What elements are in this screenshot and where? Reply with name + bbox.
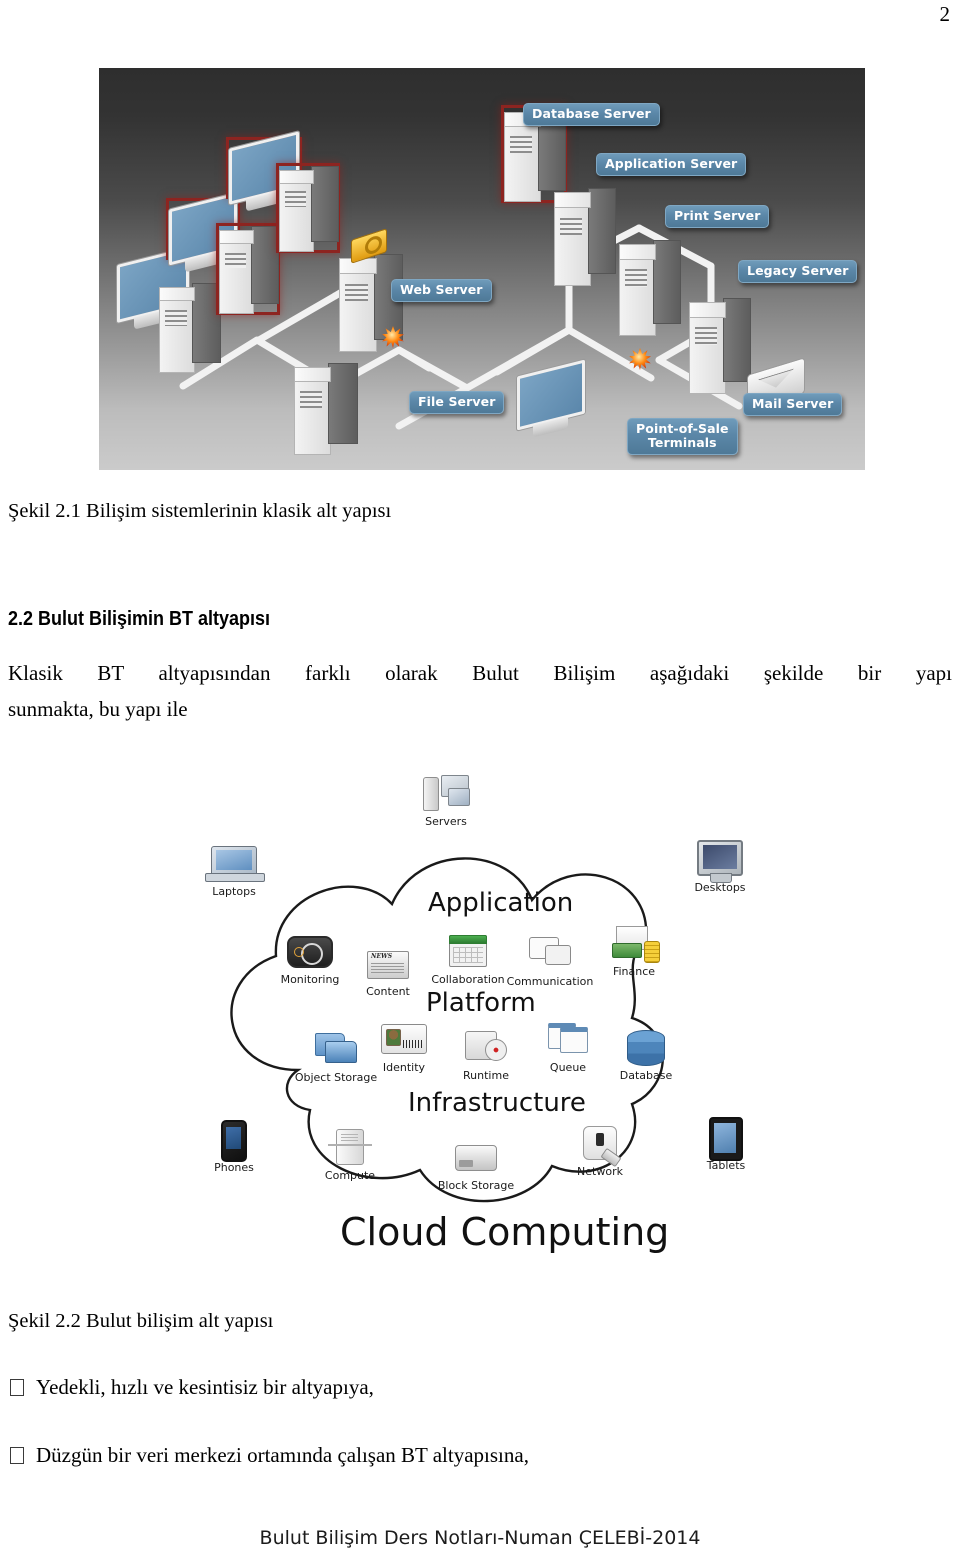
section-heading-2-2: 2.2 Bulut Bilişimin BT altyapısı: [8, 608, 271, 630]
database-cylinder-icon: [620, 1026, 672, 1068]
cloud-node-compute: Compute: [302, 1126, 398, 1182]
cloud-node-label: Laptops: [212, 885, 256, 898]
label-pos-terminals: Point-of-Sale Terminals: [627, 418, 738, 455]
queue-windows-icon: [542, 1018, 594, 1060]
workstation-tower-3: [279, 166, 339, 252]
point-of-sale-monitor: [517, 359, 585, 438]
cloud-node-phones: Phones: [186, 1118, 282, 1174]
paragraph-line-2: sunmakta, bu yapı ile: [8, 697, 188, 722]
page-number: 2: [939, 2, 951, 26]
cloud-node-label: Compute: [324, 1169, 376, 1182]
print-server-tower: [619, 240, 681, 336]
finance-icon: [608, 922, 660, 964]
cloud-node-label: Queue: [549, 1061, 587, 1074]
cloud-node-label: Network: [577, 1165, 623, 1178]
label-print-server: Print Server: [665, 205, 770, 228]
cloud-node-database: Database: [598, 1026, 694, 1082]
label-application-server: Application Server: [596, 153, 747, 176]
cloud-node-label: Collaboration: [431, 973, 505, 986]
cloud-node-label: Identity: [382, 1061, 426, 1074]
id-card-icon: [378, 1018, 430, 1060]
bullet-box-glyph: [10, 1447, 24, 1464]
paragraph-line-1: Klasik BT altyapısından farklı olarak Bu…: [8, 661, 952, 685]
cloud-node-label: Phones: [214, 1161, 254, 1174]
desktop-icon: [694, 838, 746, 883]
page-footer: Bulut Bilişim Ders Notları-Numan ÇELEBİ-…: [259, 1527, 701, 1549]
legacy-server-tower: [689, 298, 751, 394]
cloud-node-label: Servers: [425, 815, 467, 828]
folder-icon: [310, 1028, 362, 1070]
calendar-icon: [442, 930, 494, 972]
label-legacy-server: Legacy Server: [738, 260, 858, 283]
bullet-item-1: Yedekli, hızlı ve kesintisiz bir altyapı…: [10, 1375, 374, 1400]
phone-icon: [208, 1118, 260, 1162]
cloud-node-desktops: Desktops: [672, 838, 768, 894]
cloud-node-label: Database: [619, 1069, 673, 1082]
label-mail-server: Mail Server: [743, 393, 843, 416]
cloud-node-laptops: Laptops: [186, 842, 282, 898]
label-database-server: Database Server: [523, 103, 660, 126]
figure-classic-caption: Şekil 2.1 Bilişim sistemlerinin klasik a…: [8, 500, 392, 522]
bullet-item-2: Düzgün bir veri merkezi ortamında çalışa…: [10, 1443, 529, 1468]
laptop-icon: [205, 842, 265, 884]
cloud-node-finance: Finance: [586, 922, 682, 978]
section-paragraph: Klasik BT altyapısından farklı olarak Bu…: [8, 655, 952, 727]
figure-classic-it-infrastructure: Database Server Application Server Print…: [99, 68, 865, 470]
chat-icon: [524, 932, 576, 974]
cloud-computing-title: Cloud Computing: [340, 1210, 670, 1254]
label-web-server: Web Server: [391, 279, 492, 302]
bullet-text: Yedekli, hızlı ve kesintisiz bir altyapı…: [36, 1375, 374, 1399]
cloud-node-communication: Communication: [502, 932, 598, 988]
cloud-node-tablets: Tablets: [678, 1116, 774, 1172]
block-storage-icon: [450, 1136, 502, 1178]
servers-icon: [420, 772, 472, 814]
workstation-tower-2: [219, 226, 279, 314]
cloud-node-servers: Servers: [398, 772, 494, 828]
bullet-box-glyph: [10, 1379, 24, 1396]
label-file-server: File Server: [409, 391, 505, 414]
news-icon: [362, 942, 414, 984]
file-server-tower: [294, 363, 358, 455]
cloud-node-network: Network: [552, 1122, 648, 1178]
tablet-icon: [700, 1116, 752, 1161]
cloud-node-block-storage: Block Storage: [428, 1136, 524, 1192]
figure-cloud-computing: Application Platform Infrastructure Serv…: [180, 770, 800, 1280]
cloud-node-label: Content: [366, 985, 410, 998]
cloud-node-label: Monitoring: [280, 973, 340, 986]
network-icon: [574, 1122, 626, 1164]
workstation-tower-1: [159, 283, 221, 373]
cloud-node-label: Runtime: [463, 1069, 509, 1082]
application-server-tower: [554, 188, 616, 286]
compute-icon: [324, 1126, 376, 1168]
bullet-text: Düzgün bir veri merkezi ortamında çalışa…: [36, 1443, 529, 1467]
gauge-icon: [284, 930, 336, 972]
figure-cloud-caption: Şekil 2.2 Bulut bilişim alt yapısı: [8, 1310, 274, 1332]
cloud-node-label: Finance: [612, 965, 656, 978]
cloud-node-label: Block Storage: [437, 1179, 515, 1192]
layer-title-infrastructure: Infrastructure: [408, 1088, 586, 1118]
layer-title-application: Application: [428, 888, 574, 918]
cloud-node-label: Communication: [506, 975, 594, 988]
layer-title-platform: Platform: [426, 988, 536, 1018]
runtime-disc-icon: [460, 1026, 512, 1068]
